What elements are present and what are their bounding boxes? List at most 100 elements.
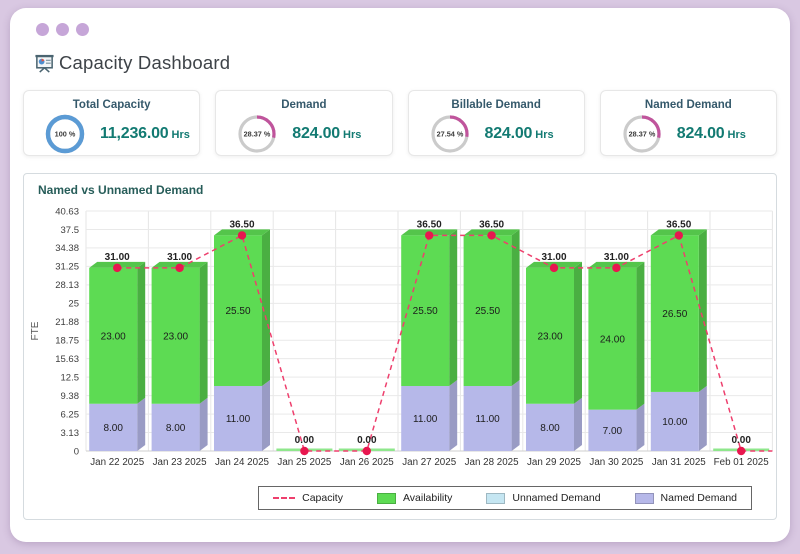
capacity-point[interactable] xyxy=(425,231,433,239)
chart-panel: Named vs Unnamed Demand 0 3.13 6.25 9.38 12.… xyxy=(23,173,777,520)
capacity-value-label: 36.50 xyxy=(229,219,254,230)
y-tick-label: 12.5 xyxy=(61,372,80,383)
availability-value-label: 24.00 xyxy=(600,334,625,345)
kpi-card-named-demand: Named Demand 28.37 % 824.00Hrs xyxy=(600,90,777,156)
named-demand-value-label: 10.00 xyxy=(662,417,687,428)
kpi-value: 824.00 xyxy=(292,125,340,142)
availability-bar-side xyxy=(574,262,582,404)
kpi-unit: Hrs xyxy=(343,129,361,141)
availability-bar-side xyxy=(200,262,208,404)
kpi-card-total-capacity: Total Capacity 100 % 11,236.00Hrs xyxy=(23,90,200,156)
donut-percent-label: 27.54 % xyxy=(436,130,463,139)
legend-color-swatch xyxy=(486,493,505,504)
x-tick-label: Jan 23 2025 xyxy=(153,457,207,468)
kpi-donut-gauge: 28.37 % xyxy=(235,112,279,156)
named-demand-value-label: 7.00 xyxy=(603,426,623,437)
kpi-unit: Hrs xyxy=(535,129,553,141)
kpi-value: 11,236.00 xyxy=(100,125,169,142)
y-tick-label: 3.13 xyxy=(61,428,80,439)
named-demand-value-label: 8.00 xyxy=(103,423,123,434)
app-window: Capacity Dashboard Total Capacity 100 % … xyxy=(10,8,790,542)
page-header: Capacity Dashboard xyxy=(10,36,790,74)
kpi-card-billable-demand: Billable Demand 27.54 % 824.00Hrs xyxy=(408,90,585,156)
named-demand-bar-side xyxy=(574,398,582,451)
x-tick-label: Jan 26 2025 xyxy=(340,457,394,468)
window-control-dot[interactable] xyxy=(56,23,69,36)
capacity-point[interactable] xyxy=(238,231,246,239)
legend-label: Capacity xyxy=(302,492,343,504)
kpi-donut-gauge: 27.54 % xyxy=(428,112,472,156)
named-demand-bar-side xyxy=(699,386,707,451)
named-vs-unnamed-demand-chart: 03.136.259.3812.515.6318.7521.882528.133… xyxy=(24,199,776,479)
capacity-point[interactable] xyxy=(487,231,495,239)
availability-value-label: 23.00 xyxy=(101,331,126,342)
named-demand-value-label: 8.00 xyxy=(166,423,186,434)
kpi-card-title: Total Capacity xyxy=(24,99,199,111)
y-tick-label: 18.75 xyxy=(55,336,79,347)
y-tick-label: 34.38 xyxy=(55,243,79,254)
capacity-point[interactable] xyxy=(675,231,683,239)
y-tick-label: 25 xyxy=(68,299,79,310)
window-control-dot[interactable] xyxy=(76,23,89,36)
x-tick-label: Jan 25 2025 xyxy=(277,457,331,468)
legend-color-swatch xyxy=(377,493,396,504)
legend-color-swatch xyxy=(635,493,654,504)
availability-value-label: 25.50 xyxy=(225,306,250,317)
y-tick-label: 15.63 xyxy=(55,354,79,365)
capacity-value-label: 31.00 xyxy=(167,252,192,263)
capacity-value-label: 36.50 xyxy=(479,219,504,230)
y-tick-label: 9.38 xyxy=(61,391,80,402)
y-axis-title: FTE xyxy=(30,321,41,340)
capacity-point[interactable] xyxy=(113,264,121,272)
legend-item-capacity[interactable]: Capacity xyxy=(273,492,343,504)
kpi-value: 824.00 xyxy=(485,125,533,142)
availability-bar-side xyxy=(137,262,145,404)
legend-item-named-demand[interactable]: Named Demand xyxy=(635,492,737,504)
capacity-point[interactable] xyxy=(363,447,371,455)
x-tick-label: Jan 24 2025 xyxy=(215,457,269,468)
x-tick-label: Jan 30 2025 xyxy=(589,457,643,468)
capacity-value-label: 31.00 xyxy=(105,252,130,263)
window-titlebar xyxy=(10,8,790,36)
kpi-donut-gauge: 28.37 % xyxy=(620,112,664,156)
kpi-card-title: Named Demand xyxy=(601,99,776,111)
named-demand-bar-side xyxy=(449,380,457,451)
capacity-point[interactable] xyxy=(550,264,558,272)
capacity-point[interactable] xyxy=(737,447,745,455)
availability-bar-side xyxy=(512,229,520,386)
capacity-value-label: 0.00 xyxy=(357,435,377,446)
y-tick-label: 28.13 xyxy=(55,280,79,291)
availability-bar-side xyxy=(449,229,457,386)
availability-bar-side xyxy=(699,229,707,392)
page-title: Capacity Dashboard xyxy=(59,52,230,74)
capacity-value-label: 31.00 xyxy=(604,252,629,263)
y-tick-label: 40.63 xyxy=(55,206,79,217)
kpi-card-demand: Demand 28.37 % 824.00Hrs xyxy=(215,90,392,156)
kpi-unit: Hrs xyxy=(172,129,190,141)
legend-dash-swatch xyxy=(273,497,295,499)
named-demand-value-label: 11.00 xyxy=(475,414,500,425)
kpi-cards-row: Total Capacity 100 % 11,236.00Hrs Demand… xyxy=(23,90,777,156)
x-tick-label: Jan 31 2025 xyxy=(652,457,706,468)
kpi-unit: Hrs xyxy=(728,129,746,141)
capacity-point[interactable] xyxy=(300,447,308,455)
capacity-value-label: 0.00 xyxy=(295,435,315,446)
x-tick-label: Jan 22 2025 xyxy=(90,457,144,468)
capacity-point[interactable] xyxy=(612,264,620,272)
availability-value-label: 26.50 xyxy=(662,309,687,320)
availability-value-label: 25.50 xyxy=(413,306,438,317)
named-demand-bar-side xyxy=(137,398,145,451)
donut-percent-label: 28.37 % xyxy=(244,130,271,139)
capacity-point[interactable] xyxy=(175,264,183,272)
named-demand-value-label: 8.00 xyxy=(540,423,560,434)
dashboard-icon xyxy=(34,53,55,74)
named-demand-value-label: 11.00 xyxy=(413,414,438,425)
y-tick-label: 0 xyxy=(74,446,79,457)
chart-title: Named vs Unnamed Demand xyxy=(24,174,776,199)
y-tick-label: 6.25 xyxy=(61,409,80,420)
legend-item-unnamed-demand[interactable]: Unnamed Demand xyxy=(486,492,600,504)
kpi-donut-gauge: 100 % xyxy=(43,112,87,156)
window-control-dot[interactable] xyxy=(36,23,49,36)
x-tick-label: Jan 29 2025 xyxy=(527,457,581,468)
legend-item-availability[interactable]: Availability xyxy=(377,492,452,504)
